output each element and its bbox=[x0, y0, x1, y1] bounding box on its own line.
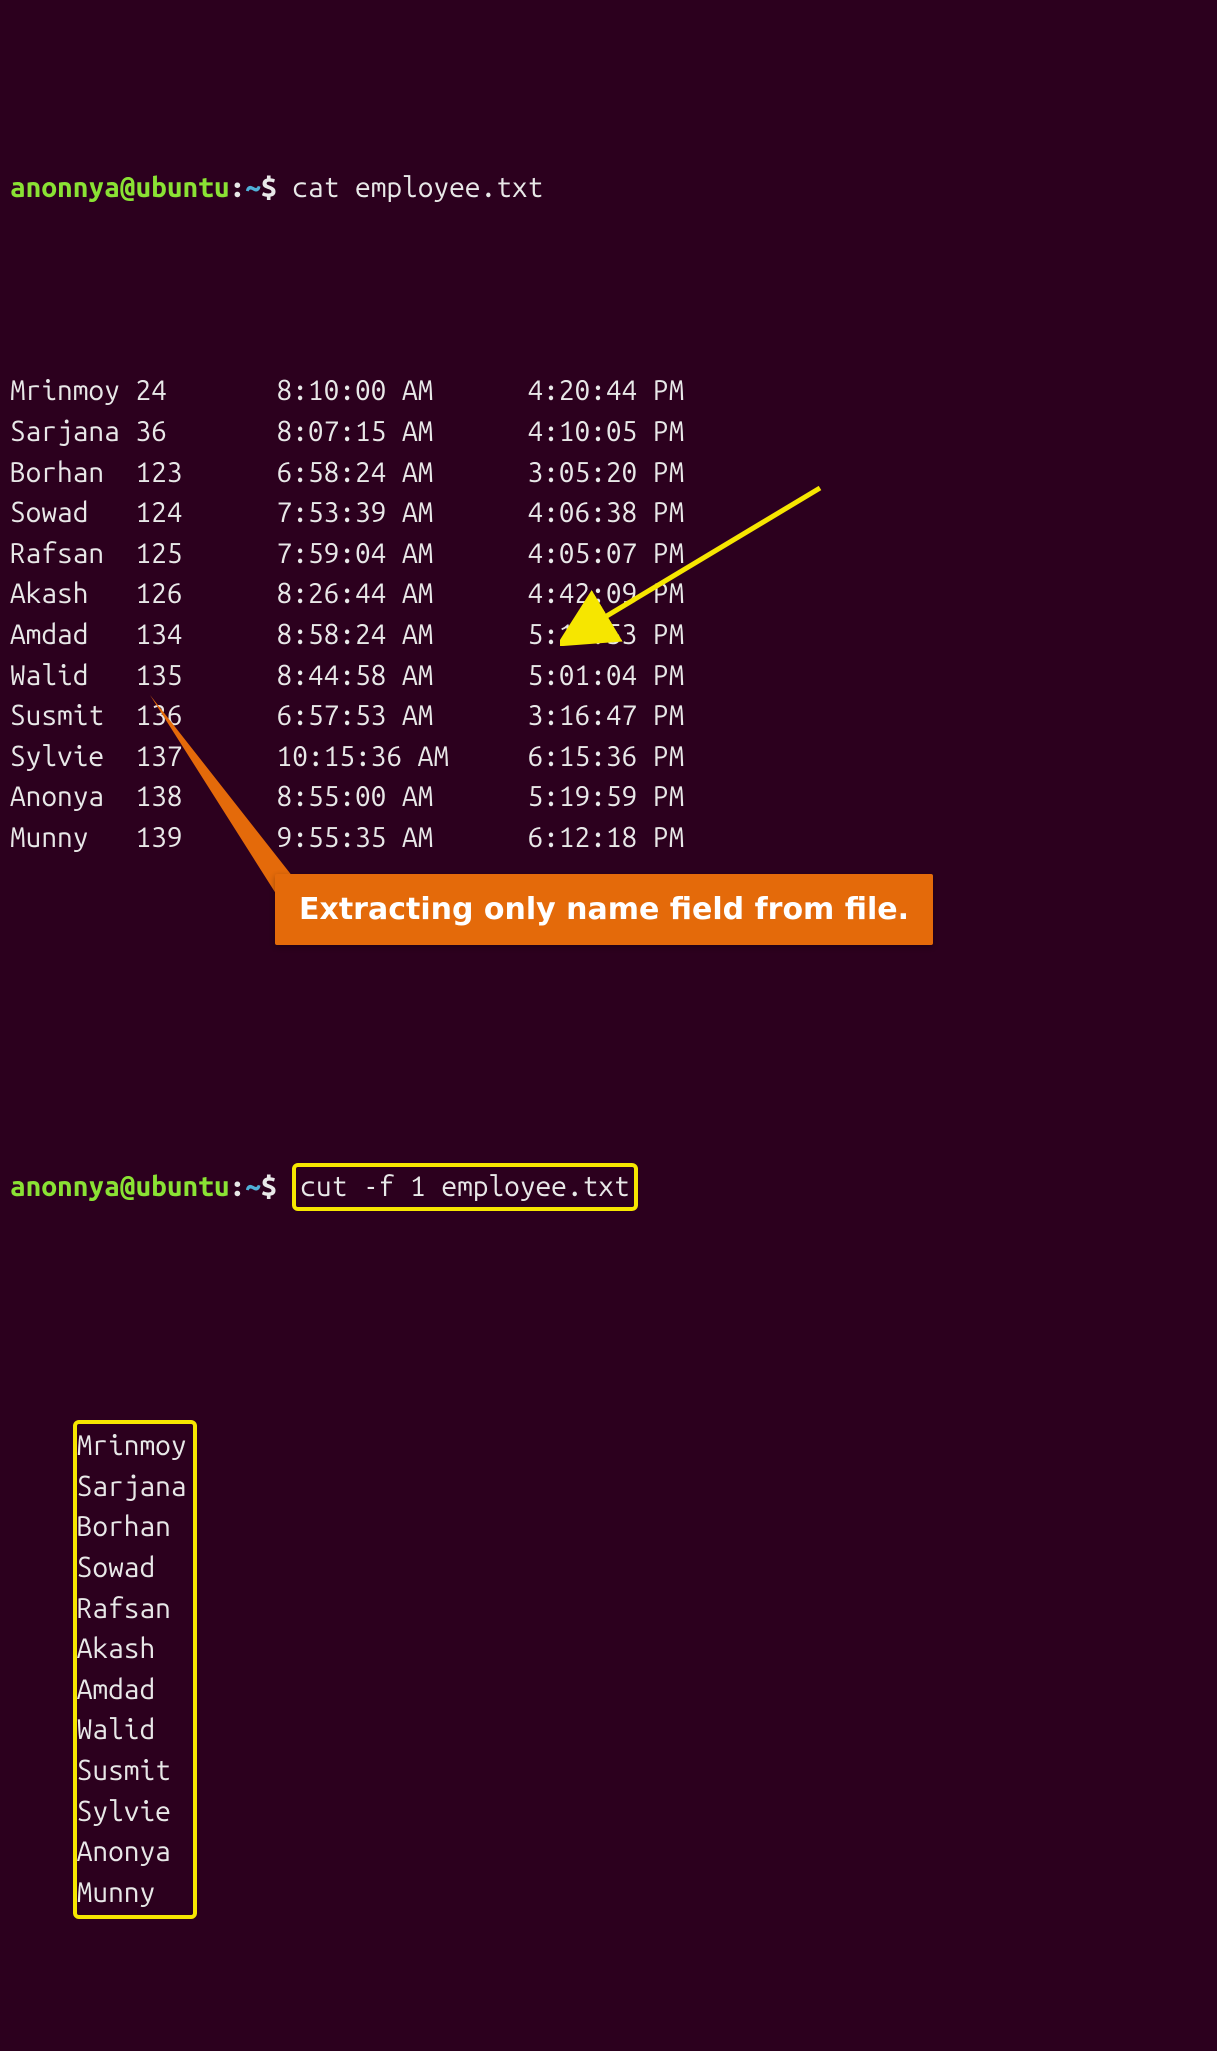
table-row: Sarjana 36 8:07:15 AM 4:10:05 PM bbox=[10, 412, 1207, 453]
list-item: Sylvie bbox=[77, 1792, 187, 1833]
table-row: Sowad 124 7:53:39 AM 4:06:38 PM bbox=[10, 493, 1207, 534]
prompt-user: anonnya bbox=[10, 1171, 120, 1202]
prompt-dollar: $ bbox=[261, 172, 277, 203]
prompt-path: ~ bbox=[245, 1171, 261, 1202]
prompt-user: anonnya bbox=[10, 172, 120, 203]
list-item: Akash bbox=[77, 1629, 187, 1670]
table-row: Munny 139 9:55:35 AM 6:12:18 PM bbox=[10, 818, 1207, 859]
list-item: Mrinmoy bbox=[77, 1426, 187, 1467]
table-row: Sylvie 137 10:15:36 AM 6:15:36 PM bbox=[10, 737, 1207, 778]
prompt-host: ubuntu bbox=[135, 172, 229, 203]
terminal[interactable]: anonnya@ubuntu:~$ cat employee.txt Mrinm… bbox=[0, 0, 1217, 2051]
prompt-line-2: anonnya@ubuntu:~$ cut -f 1 employee.txt bbox=[10, 1163, 1207, 1212]
list-item: Walid bbox=[77, 1710, 187, 1751]
prompt-colon: : bbox=[230, 1171, 246, 1202]
prompt-dollar: $ bbox=[261, 1171, 277, 1202]
highlighted-command-box: cut -f 1 employee.txt bbox=[292, 1163, 637, 1212]
list-item: Borhan bbox=[77, 1507, 187, 1548]
list-item: Anonya bbox=[77, 1832, 187, 1873]
command-cut: cut -f 1 employee.txt bbox=[300, 1171, 629, 1202]
names-highlight-box: MrinmoySarjanaBorhanSowadRafsanAkashAmda… bbox=[73, 1420, 197, 1919]
prompt-at: @ bbox=[120, 1171, 136, 1202]
prompt-path: ~ bbox=[245, 172, 261, 203]
list-item: Amdad bbox=[77, 1670, 187, 1711]
table-row: Rafsan 125 7:59:04 AM 4:05:07 PM bbox=[10, 534, 1207, 575]
prompt-at: @ bbox=[120, 172, 136, 203]
list-item: Susmit bbox=[77, 1751, 187, 1792]
table-row: Walid 135 8:44:58 AM 5:01:04 PM bbox=[10, 656, 1207, 697]
cut-output: MrinmoySarjanaBorhanSowadRafsanAkashAmda… bbox=[10, 1380, 1207, 1960]
list-item: Munny bbox=[77, 1873, 187, 1914]
cat-output: Mrinmoy 24 8:10:00 AM 4:20:44 PMSarjana … bbox=[10, 371, 1207, 858]
table-row: Amdad 134 8:58:24 AM 5:17:53 PM bbox=[10, 615, 1207, 656]
prompt-host: ubuntu bbox=[135, 1171, 229, 1202]
list-item: Sowad bbox=[77, 1548, 187, 1589]
list-item: Sarjana bbox=[77, 1467, 187, 1508]
list-item: Rafsan bbox=[77, 1589, 187, 1630]
command-cat: cat employee.txt bbox=[292, 172, 543, 203]
table-row: Susmit 136 6:57:53 AM 3:16:47 PM bbox=[10, 696, 1207, 737]
table-row: Borhan 123 6:58:24 AM 3:05:20 PM bbox=[10, 453, 1207, 494]
table-row: Anonya 138 8:55:00 AM 5:19:59 PM bbox=[10, 777, 1207, 818]
table-row: Akash 126 8:26:44 AM 4:42:09 PM bbox=[10, 574, 1207, 615]
table-row: Mrinmoy 24 8:10:00 AM 4:20:44 PM bbox=[10, 371, 1207, 412]
prompt-line-1: anonnya@ubuntu:~$ cat employee.txt bbox=[10, 168, 1207, 209]
prompt-colon: : bbox=[230, 172, 246, 203]
